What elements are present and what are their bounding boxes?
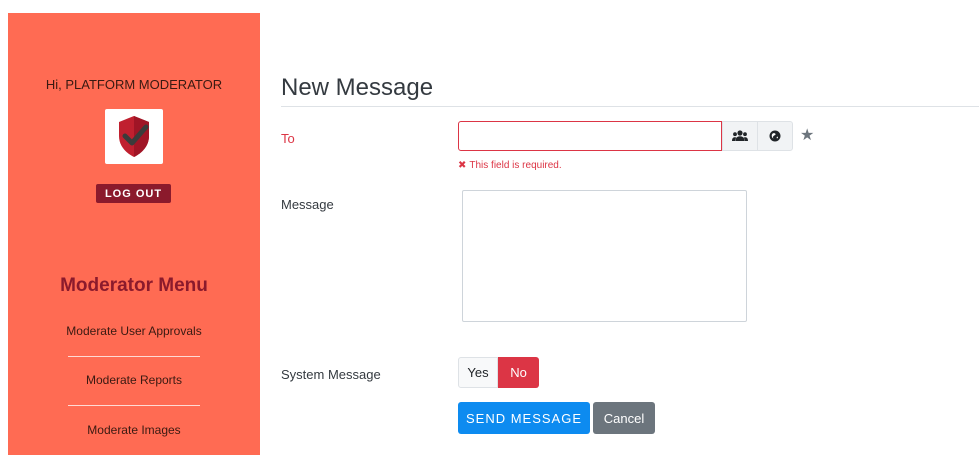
system-message-no-button[interactable]: No [498, 357, 539, 388]
sidebar: Hi, PLATFORM MODERATOR LOG OUT Moderator… [8, 13, 260, 455]
menu-item-moderate-user-approvals[interactable]: Moderate User Approvals [8, 324, 260, 338]
select-group-button[interactable] [722, 121, 758, 151]
menu-item-moderate-images[interactable]: Moderate Images [8, 423, 260, 437]
select-all-button[interactable] [757, 121, 793, 151]
user-greeting: Hi, PLATFORM MODERATOR [45, 77, 223, 92]
logout-button[interactable]: LOG OUT [96, 184, 171, 203]
message-textarea[interactable] [462, 190, 747, 322]
globe-icon [769, 130, 781, 142]
menu-item-moderate-reports[interactable]: Moderate Reports [8, 373, 260, 387]
message-label: Message [281, 197, 334, 212]
to-input[interactable] [458, 121, 722, 151]
shield-check-icon [119, 116, 149, 157]
page-title: New Message [281, 74, 434, 101]
system-message-label: System Message [281, 367, 381, 382]
to-error-message: ✖ This field is required. [458, 160, 562, 171]
to-label: To [281, 131, 295, 146]
system-message-yes-button[interactable]: Yes [458, 357, 498, 388]
users-icon [732, 130, 748, 141]
menu-divider [68, 405, 200, 406]
moderator-menu-title: Moderator Menu [60, 275, 208, 296]
menu-divider [68, 356, 200, 357]
send-message-button[interactable]: SEND MESSAGE [458, 402, 590, 434]
favorites-star-icon[interactable]: ★ [800, 125, 814, 145]
cancel-button[interactable]: Cancel [593, 402, 655, 434]
to-error-text: This field is required. [469, 160, 562, 171]
title-divider [281, 106, 979, 107]
moderator-shield-avatar [105, 109, 163, 164]
error-x-icon: ✖ [458, 160, 467, 171]
